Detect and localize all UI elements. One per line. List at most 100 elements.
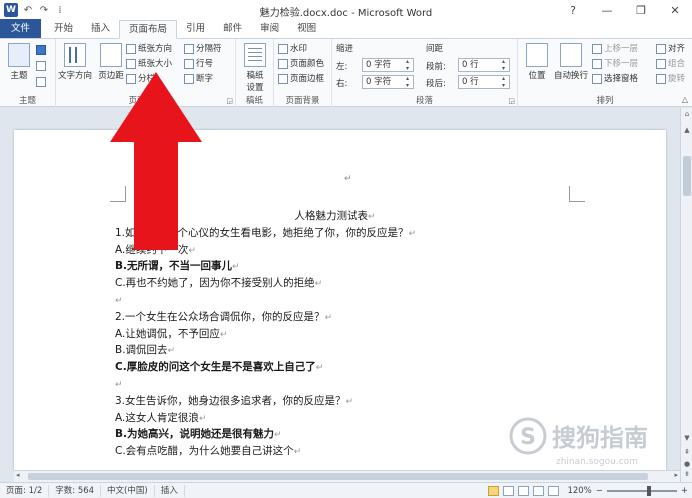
print-layout-view-icon[interactable] bbox=[488, 486, 500, 496]
minimize-icon[interactable]: — bbox=[590, 0, 624, 20]
outline-view-icon[interactable] bbox=[533, 486, 545, 496]
size-button[interactable]: 纸张大小 bbox=[126, 57, 172, 71]
align-button[interactable]: 对齐 bbox=[656, 42, 685, 56]
rotate-icon bbox=[656, 74, 666, 84]
document-line[interactable]: B.为她高兴，说明她还是很有魅力↵ bbox=[115, 426, 555, 443]
zoom-in-icon[interactable]: + bbox=[681, 486, 688, 496]
status-right: 120% − + bbox=[488, 484, 688, 498]
document-line[interactable]: A.让她调侃，不予回应↵ bbox=[115, 326, 555, 343]
close-icon[interactable]: ✕ bbox=[658, 0, 692, 20]
theme-fonts-icon bbox=[36, 61, 46, 71]
theme-fonts-button[interactable] bbox=[36, 59, 46, 73]
send-backward-button[interactable]: 下移一层 bbox=[592, 57, 638, 71]
theme-colors-button[interactable] bbox=[36, 43, 46, 57]
bring-forward-button[interactable]: 上移一层 bbox=[592, 42, 638, 56]
tab-page-layout[interactable]: 页面布局 bbox=[119, 20, 178, 39]
theme-effects-button[interactable] bbox=[36, 75, 46, 89]
undo-icon[interactable]: ↶ bbox=[22, 5, 34, 16]
help-icon[interactable]: ? bbox=[556, 0, 590, 20]
orientation-button[interactable]: 纸张方向 bbox=[126, 42, 172, 56]
scroll-right-icon[interactable]: ▸ bbox=[674, 471, 678, 479]
document-line[interactable]: C.厚脸皮的问这个女生是不是喜欢上自己了↵ bbox=[115, 359, 555, 376]
word-count[interactable]: 字数: 564 bbox=[49, 484, 102, 497]
vertical-scroll-thumb[interactable] bbox=[683, 156, 691, 196]
qat-menu-icon[interactable]: ⁞ bbox=[54, 5, 66, 16]
page-color-button[interactable]: 页面颜色 bbox=[278, 57, 324, 71]
page-color-icon bbox=[278, 59, 288, 69]
send-backward-label: 下移一层 bbox=[604, 59, 639, 69]
document-line[interactable]: 3.女生告诉你，她身边很多追求者，你的反应是？↵ bbox=[115, 393, 555, 410]
wrap-text-button[interactable]: 自动换行 bbox=[552, 43, 590, 81]
selection-pane-button[interactable]: 选择窗格 bbox=[592, 72, 638, 86]
page-setup-launcher-icon[interactable]: ◲ bbox=[226, 97, 233, 105]
group-arrange-label: 排列 bbox=[596, 96, 614, 106]
text-direction-icon bbox=[64, 43, 86, 67]
orientation-icon bbox=[126, 44, 136, 54]
theme-button[interactable]: 主题 bbox=[2, 43, 36, 81]
position-button[interactable]: 位置 bbox=[520, 43, 554, 81]
tab-home[interactable]: 开始 bbox=[45, 20, 82, 38]
web-layout-view-icon[interactable] bbox=[518, 486, 530, 496]
tab-view[interactable]: 视图 bbox=[288, 20, 325, 38]
horizontal-scroll-thumb[interactable] bbox=[28, 473, 648, 480]
ruler-toggle-icon[interactable]: ⌂ bbox=[681, 110, 692, 118]
page-borders-button[interactable]: 页面边框 bbox=[278, 72, 324, 86]
line-numbers-button[interactable]: 行号 bbox=[184, 57, 213, 71]
horizontal-scrollbar[interactable]: ◂ ▸ bbox=[14, 470, 680, 482]
document-line[interactable]: C.再也不约她了，因为你不接受别人的拒绝↵ bbox=[115, 275, 555, 292]
next-page-icon[interactable]: ⇟ bbox=[681, 470, 692, 478]
spacing-after-input[interactable]: 0 行 bbox=[458, 75, 510, 89]
watermark-button[interactable]: 水印 bbox=[278, 42, 307, 56]
browse-object-icon[interactable]: ● bbox=[681, 460, 692, 468]
tab-references[interactable]: 引用 bbox=[177, 20, 214, 38]
vertical-scrollbar[interactable]: ⌂ ▲ ▼ ⇞ ● ⇟ bbox=[680, 108, 692, 482]
word-app-icon[interactable]: W bbox=[4, 3, 18, 17]
document-line[interactable]: C.会有点吃醋，为什么她要自己讲这个↵ bbox=[115, 443, 555, 460]
draft-view-icon[interactable] bbox=[548, 486, 560, 496]
zoom-level[interactable]: 120% bbox=[567, 486, 591, 496]
group-theme: 主题 主题 bbox=[0, 39, 56, 107]
zoom-out-icon[interactable]: − bbox=[596, 486, 603, 496]
group-paragraph-label: 段落 bbox=[415, 96, 433, 106]
redo-icon[interactable]: ↷ bbox=[38, 5, 50, 16]
group-objects-label: 组合 bbox=[668, 59, 686, 69]
page-count[interactable]: 页面: 1/2 bbox=[0, 484, 50, 497]
language[interactable]: 中文(中国) bbox=[101, 484, 155, 497]
page-borders-icon bbox=[278, 74, 288, 84]
previous-page-icon[interactable]: ⇞ bbox=[681, 448, 692, 456]
tab-file[interactable]: 文件 bbox=[0, 19, 42, 38]
zoom-slider[interactable] bbox=[606, 486, 677, 496]
indent-right-input[interactable]: 0 字符 bbox=[362, 75, 414, 89]
draft-button-line2: 设置 bbox=[246, 83, 264, 93]
scroll-down-icon[interactable]: ▼ bbox=[681, 434, 692, 442]
text-direction-button[interactable]: 文字方向 bbox=[58, 43, 92, 81]
align-icon bbox=[656, 44, 666, 54]
document-line[interactable]: A.这女人肯定很浪↵ bbox=[115, 410, 555, 427]
document-line[interactable]: ↵ bbox=[115, 376, 555, 393]
breaks-button[interactable]: 分隔符 bbox=[184, 42, 222, 56]
spacing-before-input[interactable]: 0 行 bbox=[458, 58, 510, 72]
window-controls: ? — ❐ ✕ bbox=[556, 0, 692, 20]
group-theme-label: 主题 bbox=[18, 96, 36, 106]
tab-insert[interactable]: 插入 bbox=[82, 20, 119, 38]
scroll-up-icon[interactable]: ▲ bbox=[681, 126, 692, 134]
scroll-left-icon[interactable]: ◂ bbox=[16, 471, 20, 479]
group-objects-button[interactable]: 组合 bbox=[656, 57, 685, 71]
paragraph-launcher-icon[interactable]: ◲ bbox=[508, 97, 515, 105]
document-line[interactable]: B.调侃回去↵ bbox=[115, 342, 555, 359]
rotate-button[interactable]: 旋转 bbox=[656, 72, 685, 86]
collapse-ribbon-icon[interactable]: △ bbox=[682, 95, 688, 104]
position-label: 位置 bbox=[528, 71, 546, 81]
insert-mode[interactable]: 插入 bbox=[155, 484, 185, 497]
group-page-background-label: 页面背景 bbox=[285, 96, 320, 106]
full-screen-view-icon[interactable] bbox=[503, 486, 515, 496]
document-line[interactable]: ↵ bbox=[115, 292, 555, 309]
indent-left-input[interactable]: 0 字符 bbox=[362, 58, 414, 72]
draft-settings-button[interactable]: 稿纸 设置 bbox=[238, 43, 272, 93]
group-arrange: 位置 自动换行 上移一层 下移一层 选择窗格 对齐 组合 旋转 排列 △ bbox=[518, 39, 692, 107]
tab-mailings[interactable]: 邮件 bbox=[214, 20, 251, 38]
tab-review[interactable]: 审阅 bbox=[251, 20, 288, 38]
restore-icon[interactable]: ❐ bbox=[624, 0, 658, 20]
document-line[interactable]: B.无所谓，不当一回事儿↵ bbox=[115, 258, 555, 275]
document-line[interactable]: 2.一个女生在公众场合调侃你，你的反应是？↵ bbox=[115, 309, 555, 326]
